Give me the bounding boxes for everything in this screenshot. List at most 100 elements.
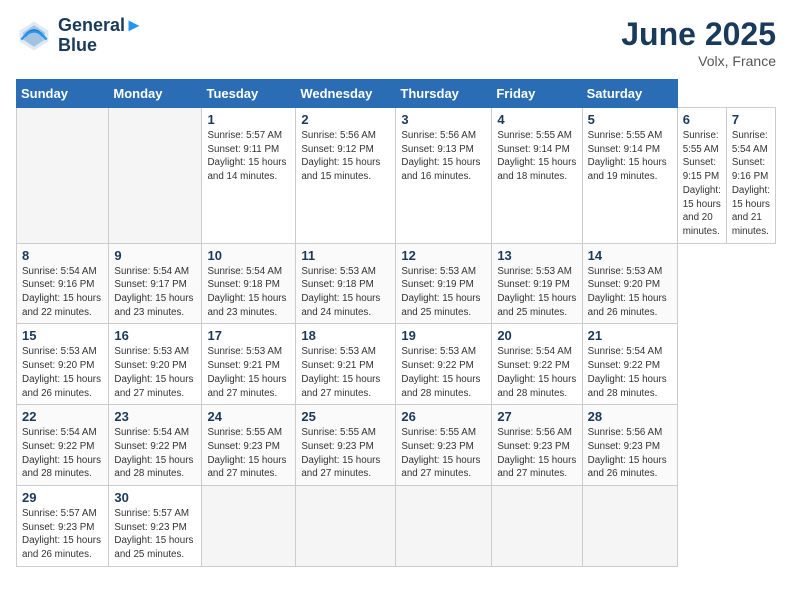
day-number: 23 [114,409,196,424]
column-header-tuesday: Tuesday [202,80,296,108]
column-header-wednesday: Wednesday [296,80,396,108]
day-number: 30 [114,490,196,505]
cell-content: Sunrise: 5:53 AMSunset: 9:18 PMDaylight:… [301,265,390,320]
calendar-week-row: 8Sunrise: 5:54 AMSunset: 9:16 PMDaylight… [17,243,776,324]
cell-content: Sunrise: 5:55 AMSunset: 9:15 PMDaylight:… [683,129,721,239]
day-number: 16 [114,328,196,343]
day-number: 12 [401,248,486,263]
day-number: 5 [588,112,672,127]
cell-content: Sunrise: 5:56 AMSunset: 9:23 PMDaylight:… [588,426,672,481]
day-number: 29 [22,490,103,505]
cell-content: Sunrise: 5:54 AMSunset: 9:22 PMDaylight:… [588,345,672,400]
calendar-cell: 28 Sunrise: 5:56 AMSunset: 9:23 PMDayligh… [582,405,677,486]
calendar-cell: 16 Sunrise: 5:53 AMSunset: 9:20 PMDayligh… [109,324,202,405]
calendar-cell: 2 Sunrise: 5:56 AMSunset: 9:12 PMDaylight… [296,108,396,244]
calendar-cell: 9Sunrise: 5:54 AMSunset: 9:17 PMDaylight… [109,243,202,324]
day-number: 25 [301,409,390,424]
calendar-cell: 11Sunrise: 5:53 AMSunset: 9:18 PMDayligh… [296,243,396,324]
calendar-cell: 23 Sunrise: 5:54 AMSunset: 9:22 PMDayligh… [109,405,202,486]
day-number: 19 [401,328,486,343]
column-header-friday: Friday [492,80,582,108]
day-number: 24 [207,409,290,424]
day-number: 18 [301,328,390,343]
cell-content: Sunrise: 5:55 AMSunset: 9:14 PMDaylight:… [497,129,576,184]
calendar-table: SundayMondayTuesdayWednesdayThursdayFrid… [16,79,776,567]
calendar-cell: 8Sunrise: 5:54 AMSunset: 9:16 PMDaylight… [17,243,109,324]
calendar-cell: 10 Sunrise: 5:54 AMSunset: 9:18 PMDayligh… [202,243,296,324]
calendar-cell: 26 Sunrise: 5:55 AMSunset: 9:23 PMDayligh… [396,405,492,486]
cell-content: Sunrise: 5:54 AMSunset: 9:22 PMDaylight:… [22,426,103,481]
calendar-cell [17,108,109,244]
day-number: 27 [497,409,576,424]
calendar-cell: 29Sunrise: 5:57 AMSunset: 9:23 PMDayligh… [17,486,109,567]
day-number: 8 [22,248,103,263]
cell-content: Sunrise: 5:53 AMSunset: 9:19 PMDaylight:… [497,265,576,320]
calendar-cell [109,108,202,244]
calendar-week-row: 15 Sunrise: 5:53 AMSunset: 9:20 PMDayligh… [17,324,776,405]
day-number: 2 [301,112,390,127]
calendar-cell [492,486,582,567]
column-header-thursday: Thursday [396,80,492,108]
calendar-cell: 25 Sunrise: 5:55 AMSunset: 9:23 PMDayligh… [296,405,396,486]
calendar-header-row: SundayMondayTuesdayWednesdayThursdayFrid… [17,80,776,108]
cell-content: Sunrise: 5:53 AMSunset: 9:20 PMDaylight:… [114,345,196,400]
calendar-cell: 21 Sunrise: 5:54 AMSunset: 9:22 PMDayligh… [582,324,677,405]
calendar-cell: 18Sunrise: 5:53 AMSunset: 9:21 PMDayligh… [296,324,396,405]
cell-content: Sunrise: 5:55 AMSunset: 9:14 PMDaylight:… [588,129,672,184]
day-number: 3 [401,112,486,127]
cell-content: Sunrise: 5:57 AMSunset: 9:11 PMDaylight:… [207,129,290,184]
day-number: 17 [207,328,290,343]
calendar-cell: 15Sunrise: 5:53 AMSunset: 9:20 PMDayligh… [17,324,109,405]
cell-content: Sunrise: 5:57 AMSunset: 9:23 PMDaylight:… [114,507,196,562]
calendar-cell: 27 Sunrise: 5:56 AMSunset: 9:23 PMDayligh… [492,405,582,486]
day-number: 14 [588,248,672,263]
cell-content: Sunrise: 5:53 AMSunset: 9:20 PMDaylight:… [588,265,672,320]
calendar-cell: 17 Sunrise: 5:53 AMSunset: 9:21 PMDayligh… [202,324,296,405]
day-number: 6 [683,112,721,127]
logo: General► Blue [16,16,143,56]
day-number: 21 [588,328,672,343]
calendar-cell: 14 Sunrise: 5:53 AMSunset: 9:20 PMDayligh… [582,243,677,324]
calendar-cell [396,486,492,567]
cell-content: Sunrise: 5:54 AMSunset: 9:22 PMDaylight:… [497,345,576,400]
calendar-cell: 1Sunrise: 5:57 AMSunset: 9:11 PMDaylight… [202,108,296,244]
calendar-week-row: 22 Sunrise: 5:54 AMSunset: 9:22 PMDayligh… [17,405,776,486]
location: Volx, France [621,53,776,69]
day-number: 4 [497,112,576,127]
calendar-cell [202,486,296,567]
column-header-sunday: Sunday [17,80,109,108]
cell-content: Sunrise: 5:54 AMSunset: 9:16 PMDaylight:… [732,129,770,239]
calendar-cell [582,486,677,567]
cell-content: Sunrise: 5:53 AMSunset: 9:19 PMDaylight:… [401,265,486,320]
title-block: June 2025 Volx, France [621,16,776,69]
day-number: 7 [732,112,770,127]
day-number: 15 [22,328,103,343]
cell-content: Sunrise: 5:54 AMSunset: 9:22 PMDaylight:… [114,426,196,481]
calendar-cell: 24 Sunrise: 5:55 AMSunset: 9:23 PMDayligh… [202,405,296,486]
calendar-cell: 4 Sunrise: 5:55 AMSunset: 9:14 PMDaylight… [492,108,582,244]
month-title: June 2025 [621,16,776,53]
day-number: 26 [401,409,486,424]
cell-content: Sunrise: 5:56 AMSunset: 9:23 PMDaylight:… [497,426,576,481]
logo-text: General► Blue [58,16,143,56]
column-header-monday: Monday [109,80,202,108]
calendar-cell: 6 Sunrise: 5:55 AMSunset: 9:15 PMDaylight… [677,108,726,244]
cell-content: Sunrise: 5:54 AMSunset: 9:17 PMDaylight:… [114,265,196,320]
calendar-cell: 30 Sunrise: 5:57 AMSunset: 9:23 PMDayligh… [109,486,202,567]
cell-content: Sunrise: 5:56 AMSunset: 9:12 PMDaylight:… [301,129,390,184]
cell-content: Sunrise: 5:53 AMSunset: 9:22 PMDaylight:… [401,345,486,400]
cell-content: Sunrise: 5:56 AMSunset: 9:13 PMDaylight:… [401,129,486,184]
cell-content: Sunrise: 5:53 AMSunset: 9:21 PMDaylight:… [207,345,290,400]
logo-icon [16,18,52,54]
day-number: 10 [207,248,290,263]
cell-content: Sunrise: 5:55 AMSunset: 9:23 PMDaylight:… [301,426,390,481]
cell-content: Sunrise: 5:54 AMSunset: 9:18 PMDaylight:… [207,265,290,320]
calendar-cell: 22 Sunrise: 5:54 AMSunset: 9:22 PMDayligh… [17,405,109,486]
day-number: 22 [22,409,103,424]
calendar-week-row: 29 Sunrise: 5:57 AMSunset: 9:23 PMDayligh… [17,486,776,567]
cell-content: Sunrise: 5:55 AMSunset: 9:23 PMDaylight:… [401,426,486,481]
cell-content: Sunrise: 5:55 AMSunset: 9:23 PMDaylight:… [207,426,290,481]
calendar-cell: 13Sunrise: 5:53 AMSunset: 9:19 PMDayligh… [492,243,582,324]
day-number: 28 [588,409,672,424]
column-header-saturday: Saturday [582,80,677,108]
